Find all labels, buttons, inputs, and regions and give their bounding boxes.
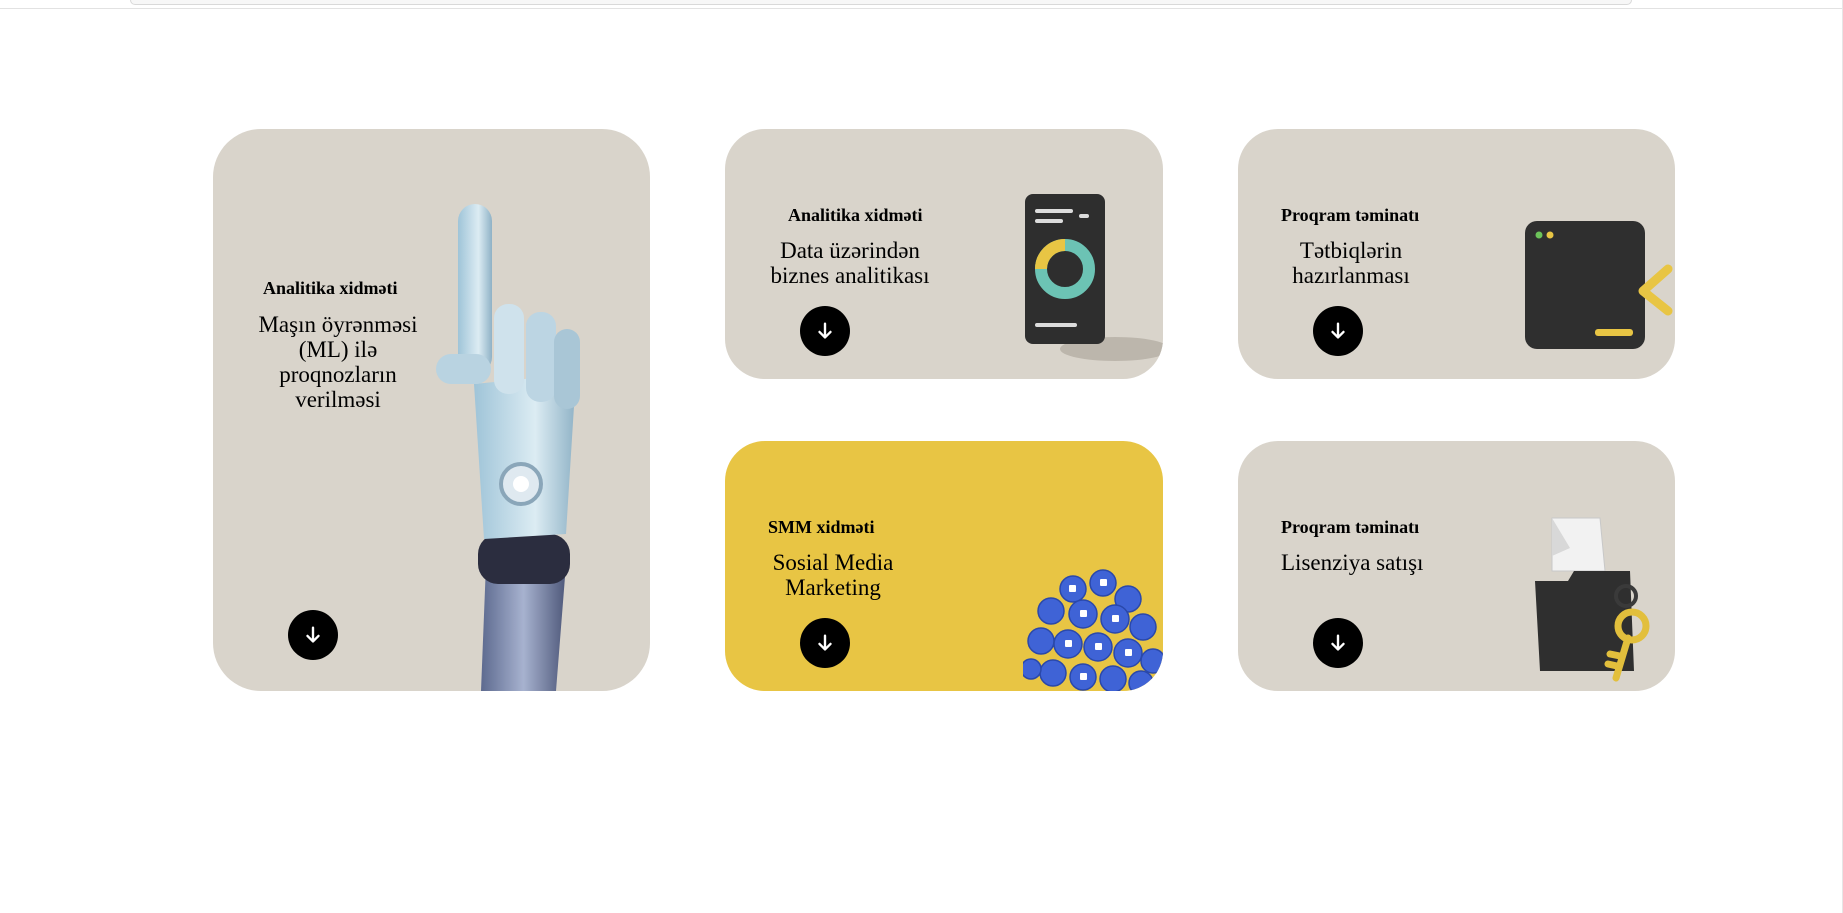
service-card-app-dev[interactable]: Proqram təminatı Tətbiqlərin hazırlanmas…: [1238, 129, 1675, 379]
browser-top-edge: [0, 0, 1843, 9]
arrow-down-icon: [306, 626, 320, 643]
code-terminal-icon: [1525, 221, 1673, 349]
service-card-smm[interactable]: SMM xidməti Sosial Media Marketing: [725, 441, 1163, 691]
card-kicker: Proqram təminatı: [1281, 205, 1420, 225]
card-kicker: SMM xidməti: [768, 517, 875, 537]
card-arrow-button[interactable]: [800, 306, 850, 356]
card-title: Data üzərindən biznes analitikası: [770, 238, 930, 288]
donut-chart-tablet-icon: [1025, 194, 1163, 361]
service-card-ml[interactable]: Analitika xidməti Maşın öyrənməsi (ML) i…: [213, 129, 650, 691]
card-title: Tətbiqlərin hazırlanması: [1292, 238, 1410, 288]
folder-key-icon: [1535, 517, 1650, 682]
card-arrow-button[interactable]: [800, 618, 850, 668]
service-card-license[interactable]: Proqram təminatı Lisenziya satışı: [1238, 441, 1675, 691]
arrow-down-icon: [1331, 634, 1345, 651]
card-arrow-button[interactable]: [1313, 618, 1363, 668]
arrow-down-icon: [818, 634, 832, 651]
browser-toolbar-strip: [130, 0, 1632, 5]
card-kicker: Analitika xidməti: [788, 205, 923, 225]
arrow-down-icon: [818, 322, 832, 339]
card-title: Lisenziya satışı: [1281, 550, 1424, 575]
card-kicker: Analitika xidməti: [263, 278, 398, 298]
like-bubbles-icon: [1023, 569, 1163, 691]
card-arrow-button[interactable]: [288, 610, 338, 660]
card-kicker: Proqram təminatı: [1281, 517, 1420, 537]
card-title: Maşın öyrənməsi (ML) ilə proqnozların ve…: [258, 312, 418, 412]
arrow-down-icon: [1331, 322, 1345, 339]
service-card-bi[interactable]: Analitika xidməti Data üzərindən biznes …: [725, 129, 1163, 379]
robot-hand-icon: [436, 204, 580, 691]
card-arrow-button[interactable]: [1313, 306, 1363, 356]
card-title: Sosial Media Marketing: [772, 550, 894, 600]
